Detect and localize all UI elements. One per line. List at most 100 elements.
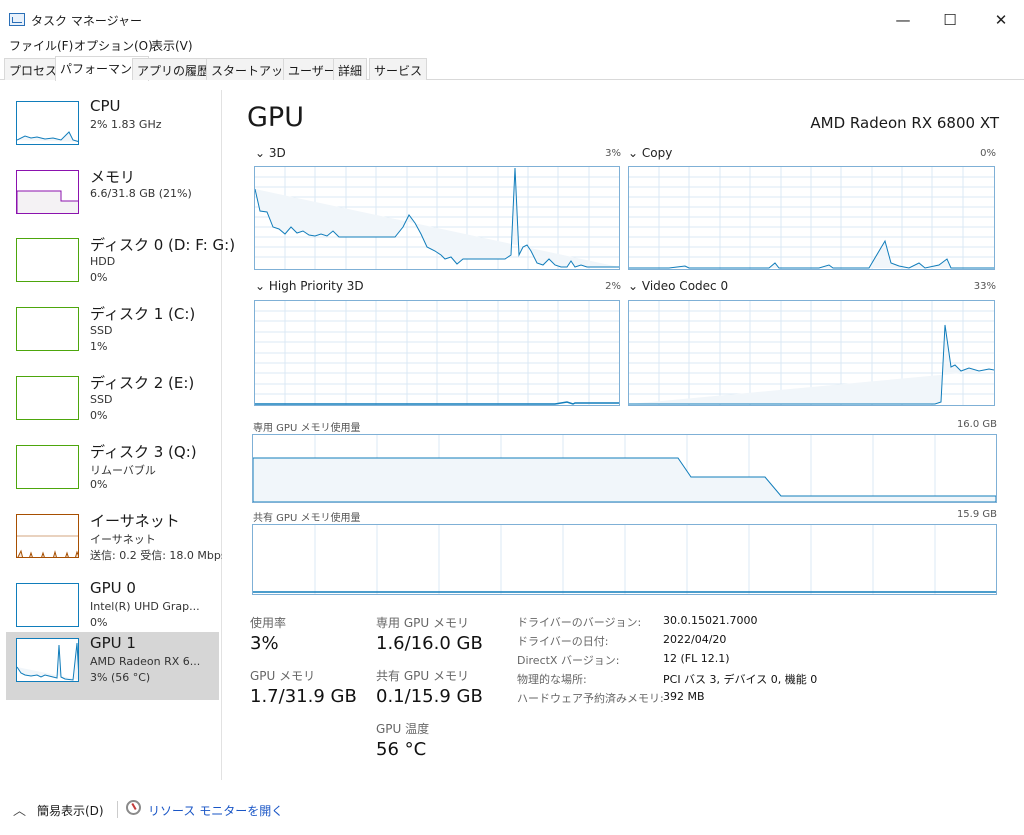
footer: ︿ 簡易表示(D) リソース モニターを開く <box>0 790 1024 835</box>
disk-0-thumbnail <box>16 238 79 282</box>
sidebar-item-subtitle: SSD <box>90 393 113 406</box>
sidebar-item-gpu-1[interactable]: GPU 1 AMD Radeon RX 6... 3% (56 °C) <box>6 632 219 700</box>
minimize-button[interactable]: — <box>880 3 926 37</box>
tab-app-history[interactable]: アプリの履歴 <box>132 58 215 80</box>
shared-memory-label: 共有 GPU メモリ <box>376 669 469 683</box>
task-manager-icon <box>9 13 25 26</box>
sidebar-item-title: GPU 0 <box>90 579 136 597</box>
disk-3-thumbnail <box>16 445 79 489</box>
chevron-down-icon: ⌄ <box>628 146 642 160</box>
open-resource-monitor-link[interactable]: リソース モニターを開く <box>148 802 283 819</box>
sidebar-item-subtitle: 6.6/31.8 GB (21%) <box>90 187 192 200</box>
sidebar-item-cpu[interactable]: CPU 2% 1.83 GHz <box>6 95 219 163</box>
tab-details[interactable]: 詳細 <box>333 58 368 80</box>
gpu-detail-panel: GPU AMD Radeon RX 6800 XT ⌄ 3D 3% ⌄ Copy… <box>223 90 1024 790</box>
sidebar-item-subtitle: SSD <box>90 324 113 337</box>
close-button[interactable]: ✕ <box>978 3 1024 37</box>
menu-bar: ファイル(F) オプション(O) 表示(V) <box>0 34 1024 55</box>
physical-location-label: 物理的な場所: <box>517 673 587 686</box>
usage-value: 3% <box>250 633 279 654</box>
engine-copy-label: Copy <box>641 146 673 160</box>
engine-video-codec-label: Video Codec 0 <box>641 279 729 293</box>
sidebar-item-disk-1[interactable]: ディスク 1 (C:) SSD 1% <box>6 301 219 369</box>
sidebar-item-subtitle: HDD <box>90 255 116 268</box>
engine-copy-selector[interactable]: ⌄ Copy <box>628 146 672 160</box>
maximize-button[interactable]: ☐ <box>927 3 973 37</box>
tab-processes[interactable]: プロセス <box>4 58 63 80</box>
sidebar-item-subtitle: Intel(R) UHD Grap... <box>90 600 200 613</box>
engine-hp3d-label: High Priority 3D <box>268 279 364 293</box>
sidebar-item-memory[interactable]: メモリ 6.6/31.8 GB (21%) <box>6 164 219 232</box>
driver-date-value: 2022/04/20 <box>663 633 727 646</box>
chevron-up-icon[interactable]: ︿ <box>13 800 26 819</box>
engine-video-codec-graph <box>628 300 995 406</box>
engine-video-codec-value: 33% <box>973 281 996 292</box>
fewer-details-button[interactable]: 簡易表示(D) <box>37 802 104 819</box>
engine-copy-value: 0% <box>980 148 996 159</box>
tab-bar: プロセス パフォーマンス アプリの履歴 スタートアップ ユーザー 詳細 サービス <box>0 56 1024 81</box>
sidebar-item-disk-3[interactable]: ディスク 3 (Q:) リムーバブル 0% <box>6 439 219 507</box>
menu-file[interactable]: ファイル(F) <box>9 37 73 54</box>
chevron-down-icon: ⌄ <box>628 279 642 293</box>
sidebar-item-value: 0% <box>90 478 108 491</box>
sidebar-item-title: GPU 1 <box>90 634 136 652</box>
usage-label: 使用率 <box>250 616 287 630</box>
engine-3d-value: 3% <box>605 148 621 159</box>
engine-hp3d-selector[interactable]: ⌄ High Priority 3D <box>255 279 364 293</box>
engine-3d-label: 3D <box>268 146 286 160</box>
engine-3d-graph <box>254 166 620 270</box>
shared-memory-graph <box>252 524 997 595</box>
reserved-memory-label: ハードウェア予約済みメモリ: <box>517 692 664 705</box>
dedicated-memory-max: 16.0 GB <box>956 419 997 430</box>
sidebar-item-title: イーサネット <box>90 512 180 530</box>
shared-memory-max: 15.9 GB <box>956 509 997 520</box>
sidebar-item-subtitle: 2% 1.83 GHz <box>90 118 162 131</box>
driver-date-label: ドライバーの日付: <box>517 635 609 648</box>
dedicated-memory-value: 1.6/16.0 GB <box>376 633 483 654</box>
gpu-temperature-label: GPU 温度 <box>376 722 430 736</box>
directx-version-value: 12 (FL 12.1) <box>663 652 730 665</box>
sidebar-item-title: ディスク 2 (E:) <box>90 374 195 392</box>
sidebar-item-title: ディスク 1 (C:) <box>90 305 196 323</box>
title-bar: タスク マネージャー — ☐ ✕ <box>0 0 1024 34</box>
sidebar-item-disk-0[interactable]: ディスク 0 (D: F: G:) HDD 0% <box>6 232 235 300</box>
driver-version-label: ドライバーのバージョン: <box>517 616 642 629</box>
engine-hp3d-value: 2% <box>605 281 621 292</box>
sidebar-item-value: 送信: 0.2 受信: 18.0 Mbps <box>90 549 222 562</box>
engine-3d-selector[interactable]: ⌄ 3D <box>255 146 286 160</box>
dedicated-memory-label: 専用 GPU メモリ <box>376 616 469 630</box>
sidebar-item-ethernet[interactable]: イーサネット イーサネット 送信: 0.2 受信: 18.0 Mbps <box>6 508 222 576</box>
chevron-down-icon: ⌄ <box>255 279 269 293</box>
footer-divider <box>117 801 118 818</box>
gpu-0-thumbnail <box>16 583 79 627</box>
sidebar-item-value: 3% (56 °C) <box>90 671 151 684</box>
menu-view[interactable]: 表示(V) <box>151 37 193 54</box>
sidebar-item-value: 0% <box>90 409 108 422</box>
memory-thumbnail <box>16 170 79 214</box>
dedicated-memory-graph-label: 専用 GPU メモリ使用量 <box>253 423 361 434</box>
engine-hp3d-graph <box>254 300 620 406</box>
resource-list: CPU 2% 1.83 GHz メモリ 6.6/31.8 GB (21%) ディ… <box>0 90 235 780</box>
shared-memory-graph-label: 共有 GPU メモリ使用量 <box>253 513 361 524</box>
sidebar-item-disk-2[interactable]: ディスク 2 (E:) SSD 0% <box>6 370 219 438</box>
sidebar-item-subtitle: リムーバブル <box>90 464 156 477</box>
ethernet-thumbnail <box>16 514 79 558</box>
driver-version-value: 30.0.15021.7000 <box>663 614 758 627</box>
gpu-memory-label: GPU メモリ <box>250 669 316 683</box>
sidebar-item-title: ディスク 0 (D: F: G:) <box>90 236 236 254</box>
directx-version-label: DirectX バージョン: <box>517 654 620 667</box>
sidebar-item-value: 0% <box>90 616 108 629</box>
sidebar-item-subtitle: AMD Radeon RX 6... <box>90 655 201 668</box>
sidebar-item-title: メモリ <box>90 168 136 186</box>
disk-1-thumbnail <box>16 307 79 351</box>
sidebar-item-title: CPU <box>90 97 121 115</box>
sidebar-item-subtitle: イーサネット <box>90 533 156 546</box>
engine-video-codec-selector[interactable]: ⌄ Video Codec 0 <box>628 279 728 293</box>
tab-services[interactable]: サービス <box>369 58 428 80</box>
menu-options[interactable]: オプション(O) <box>74 37 153 54</box>
cpu-thumbnail <box>16 101 79 145</box>
resource-monitor-icon <box>126 800 141 815</box>
gpu-memory-value: 1.7/31.9 GB <box>250 686 357 707</box>
sidebar-item-value: 1% <box>90 340 108 353</box>
window-title: タスク マネージャー <box>31 14 142 28</box>
